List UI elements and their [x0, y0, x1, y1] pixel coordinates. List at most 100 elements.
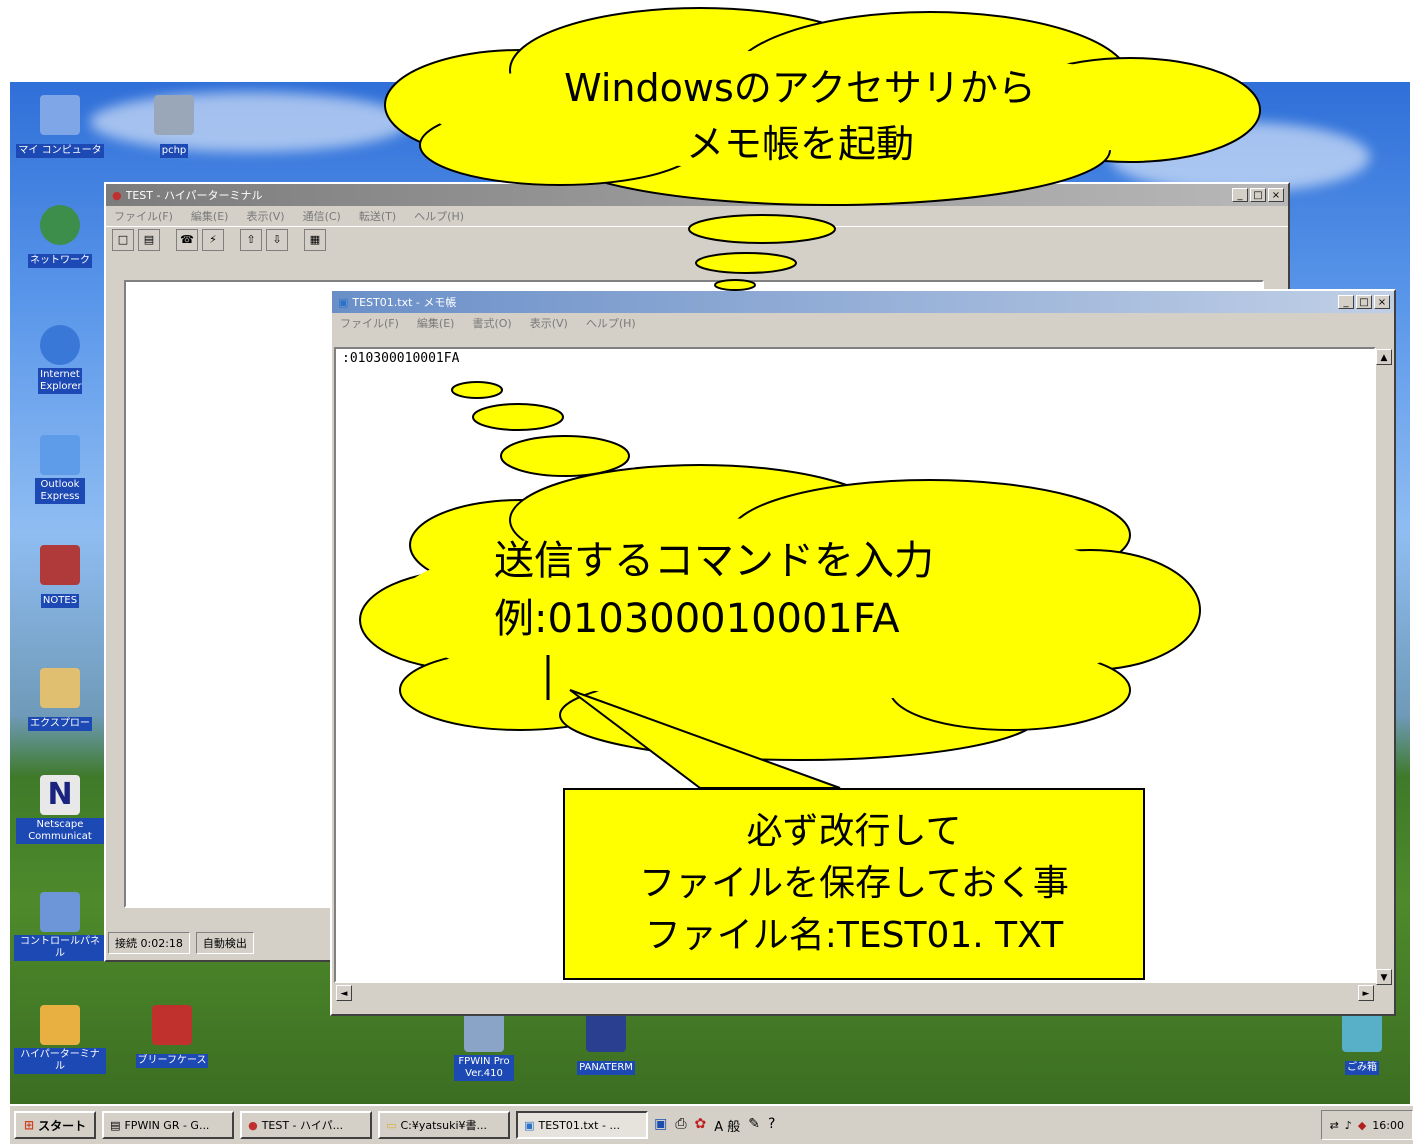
notes-icon	[40, 545, 80, 585]
status-connect-time: 接続 0:02:18	[108, 932, 190, 954]
start-label: スタート	[38, 1118, 87, 1133]
computer-icon	[40, 95, 80, 135]
desktop-icon-explorer[interactable]: エクスプロー	[14, 668, 106, 731]
callout-box: 必ず改行して ファイルを保存しておく事 ファイル名:TEST01. TXT	[563, 788, 1145, 980]
menu-edit[interactable]: 編集(E)	[191, 208, 229, 224]
dictionary-icon[interactable]: ✎	[748, 1116, 760, 1135]
hyperterminal-menubar: ファイル(F) 編集(E) 表示(V) 通信(C) 転送(T) ヘルプ(H)	[106, 206, 1288, 226]
hyperterminal-toolbar: □ ▤ ☎ ⚡ ⇧ ⇩ ▦	[106, 226, 1288, 253]
desktop-icon-my-computer[interactable]: マイ コンピュータ	[14, 95, 106, 158]
network-computer-icon	[154, 95, 194, 135]
help-icon[interactable]: ?	[768, 1116, 775, 1135]
desktop-icon-recycle-bin[interactable]: ごみ箱	[1316, 1012, 1408, 1075]
globe-icon	[40, 205, 80, 245]
hyperterminal-title: TEST - ハイパーターミナル	[125, 189, 263, 202]
ime-status[interactable]: A 般	[714, 1116, 740, 1135]
ime-toolbar: ▣ ⎙ ✿ A 般 ✎ ?	[654, 1116, 775, 1135]
status-auto-detect: 自動検出	[195, 932, 254, 954]
notepad-menu-help[interactable]: ヘルプ(H)	[586, 315, 636, 331]
fpwin-task-icon: ▤	[110, 1118, 121, 1132]
callout-line3: ファイル名:TEST01. TXT	[644, 915, 1064, 956]
hyperterminal-task-icon: ●	[248, 1118, 258, 1132]
notepad-menu-edit[interactable]: 編集(E)	[417, 315, 455, 331]
tray-icon-volume[interactable]: ♪	[1345, 1119, 1352, 1132]
disconnect-icon[interactable]: ⚡	[202, 229, 224, 251]
menu-help[interactable]: ヘルプ(H)	[414, 208, 464, 224]
notepad-maximize-button[interactable]: □	[1356, 295, 1372, 309]
hyperterminal-icon	[40, 1005, 80, 1045]
menu-file[interactable]: ファイル(F)	[114, 208, 173, 224]
hyperterminal-close-button[interactable]: ×	[1268, 188, 1284, 202]
taskbar-item-fpwin[interactable]: ▤ FPWIN GR - G...	[102, 1111, 235, 1139]
send-icon[interactable]: ⇧	[240, 229, 262, 251]
desktop-icon-briefcase[interactable]: ブリーフケース	[126, 1005, 218, 1068]
notepad-app-icon: ▣	[338, 295, 349, 309]
desktop-icon-fpwin[interactable]: FPWIN Pro Ver.410	[438, 1012, 530, 1081]
menu-view[interactable]: 表示(V)	[246, 208, 284, 224]
hyperterminal-minimize-button[interactable]: _	[1232, 188, 1248, 202]
desktop-icon-notes[interactable]: NOTES	[14, 545, 106, 608]
taskbar-item-folder[interactable]: ▭ C:¥yatsuki¥書...	[378, 1111, 511, 1139]
fpwin-icon	[464, 1012, 504, 1052]
middle-bubble-text: 送信するコマンドを入力 例:010300010001FA	[494, 532, 1094, 648]
properties-icon[interactable]: ▦	[304, 229, 326, 251]
scroll-left-button[interactable]: ◄	[336, 985, 352, 1001]
panaterm-icon	[586, 1012, 626, 1052]
control-panel-icon	[40, 892, 80, 932]
start-button[interactable]: ⊞ スタート	[14, 1111, 97, 1139]
desktop-icon-hyperterminal[interactable]: ハイパーターミナル	[14, 1005, 106, 1074]
desktop-icon-netscape[interactable]: N Netscape Communicat	[14, 775, 106, 844]
callout-line2: ファイルを保存しておく事	[639, 863, 1069, 904]
taskbar: ⊞ スタート ▤ FPWIN GR - G... ● TEST - ハイパ...…	[10, 1104, 1413, 1144]
tray-icon-security[interactable]: ◆	[1358, 1119, 1366, 1132]
notepad-menu-file[interactable]: ファイル(F)	[340, 315, 399, 331]
desktop-icon-outlook-express[interactable]: Outlook Express	[14, 435, 106, 504]
open-icon[interactable]: ▤	[138, 229, 160, 251]
briefcase-icon	[152, 1005, 192, 1045]
outlook-express-icon	[40, 435, 80, 475]
hyperterminal-app-icon: ●	[112, 188, 122, 202]
scroll-up-button[interactable]: ▲	[1376, 349, 1392, 365]
scroll-down-button[interactable]: ▼	[1376, 969, 1392, 985]
notepad-menu-view[interactable]: 表示(V)	[530, 315, 568, 331]
taskbar-item-notepad[interactable]: ▣ TEST01.txt - ...	[516, 1111, 649, 1139]
top-bubble-line2: メモ帳を起動	[685, 122, 914, 166]
taskbar-item-hyperterminal[interactable]: ● TEST - ハイパ...	[240, 1111, 373, 1139]
desktop-icon-control-panel[interactable]: コントロールパネル	[14, 892, 106, 961]
notepad-titlebar[interactable]: ▣ TEST01.txt - メモ帳 _ □ ×	[332, 291, 1394, 313]
hyperterminal-statusbar: 接続 0:02:18 自動検出	[108, 932, 254, 954]
desktop-icon-internet-explorer[interactable]: Internet Explorer	[14, 325, 106, 394]
folder-task-icon: ▭	[386, 1118, 397, 1132]
tray-icon-network[interactable]: ⇄	[1330, 1119, 1339, 1132]
menu-call[interactable]: 通信(C)	[303, 208, 341, 224]
internet-explorer-icon	[40, 325, 80, 365]
tray-clock: 16:00	[1372, 1118, 1404, 1132]
hyperterminal-titlebar[interactable]: ● TEST - ハイパーターミナル _ □ ×	[106, 184, 1288, 206]
desktop-icon-pchp[interactable]: pchp	[128, 95, 220, 158]
middle-bubble-line2: 例:010300010001FA	[494, 596, 900, 642]
call-icon[interactable]: ☎	[176, 229, 198, 251]
notepad-title: TEST01.txt - メモ帳	[352, 296, 457, 309]
windows-logo-icon: ⊞	[24, 1118, 35, 1132]
notepad-menu-format[interactable]: 書式(O)	[472, 315, 511, 331]
explorer-icon	[40, 668, 80, 708]
desktop-icon-panaterm[interactable]: PANATERM	[560, 1012, 652, 1075]
top-bubble-line1: Windowsのアクセサリから	[564, 66, 1036, 110]
top-bubble-text: Windowsのアクセサリから メモ帳を起動	[470, 60, 1130, 172]
receive-icon[interactable]: ⇩	[266, 229, 288, 251]
menu-transfer[interactable]: 転送(T)	[359, 208, 396, 224]
netscape-icon: N	[40, 775, 80, 815]
ime-mode-icon[interactable]: ▣	[654, 1116, 667, 1135]
print-icon[interactable]: ⎙	[675, 1116, 686, 1135]
notepad-minimize-button[interactable]: _	[1338, 295, 1354, 309]
hyperterminal-maximize-button[interactable]: □	[1250, 188, 1266, 202]
notepad-task-icon: ▣	[524, 1118, 535, 1132]
input-method-icon[interactable]: ✿	[695, 1116, 707, 1135]
new-connection-icon[interactable]: □	[112, 229, 134, 251]
scroll-right-button[interactable]: ►	[1358, 985, 1374, 1001]
notepad-close-button[interactable]: ×	[1374, 295, 1390, 309]
callout-line1: 必ず改行して	[746, 811, 962, 852]
notepad-content: :010300010001FA	[342, 351, 460, 366]
recycle-bin-icon	[1342, 1012, 1382, 1052]
desktop-icon-network[interactable]: ネットワーク	[14, 205, 106, 268]
